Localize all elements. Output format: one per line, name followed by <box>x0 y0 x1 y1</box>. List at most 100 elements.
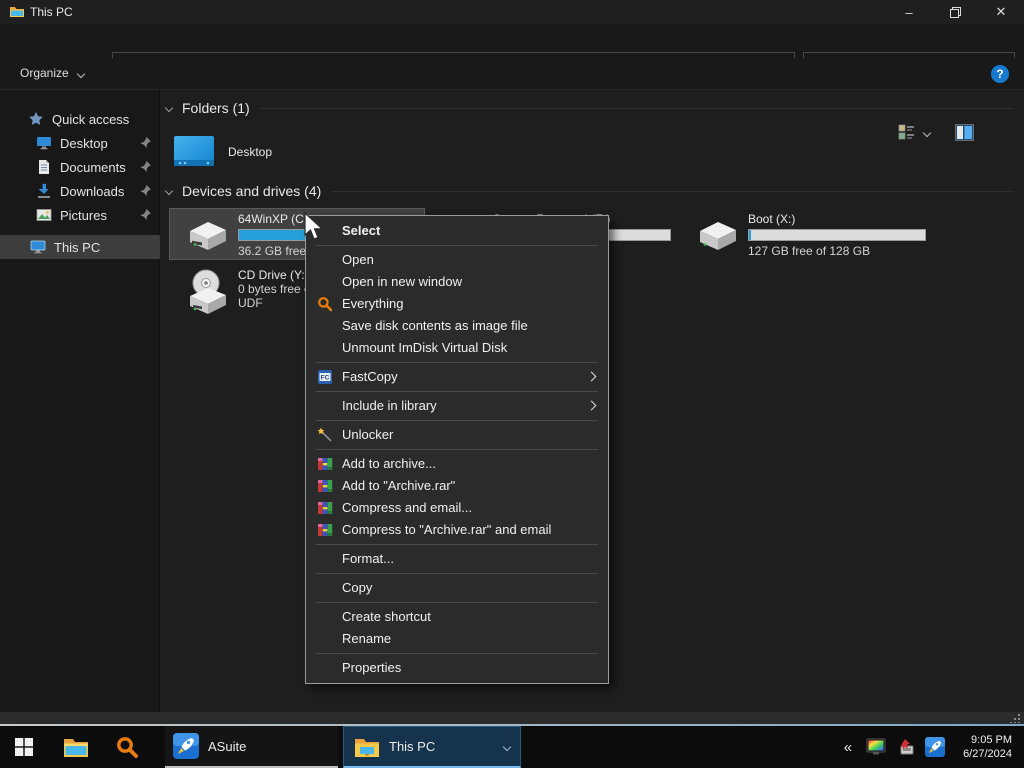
menu-separator <box>316 245 598 246</box>
menu-item-copy[interactable]: Copy <box>306 577 608 599</box>
sidebar-item-quick-access[interactable]: Quick access <box>0 107 160 131</box>
folders-group-label: Folders (1) <box>182 100 250 116</box>
explorer-app-icon <box>9 4 25 20</box>
menu-separator <box>316 544 598 545</box>
unlocker-wand-icon <box>317 427 333 443</box>
context-menu: Select Open Open in new window Everythin… <box>305 215 609 684</box>
menu-item-format[interactable]: Format... <box>306 548 608 570</box>
folder-tile-desktop[interactable]: Desktop <box>170 126 420 178</box>
windows-logo-icon <box>15 738 33 756</box>
file-explorer-icon <box>63 736 89 758</box>
collapse-chevron-icon[interactable] <box>165 104 173 112</box>
organize-button[interactable]: Organize <box>20 66 84 80</box>
menu-item-add-to-archive[interactable]: Add to archive... <box>306 453 608 475</box>
menu-item-unmount-imdisk[interactable]: Unmount ImDisk Virtual Disk <box>306 337 608 359</box>
menu-item-properties[interactable]: Properties <box>306 657 608 679</box>
winrar-icon <box>317 522 333 538</box>
menu-separator <box>316 391 598 392</box>
cd-drive-icon <box>182 266 232 318</box>
sidebar-item-label: Downloads <box>60 184 124 199</box>
maximize-button[interactable] <box>932 0 978 24</box>
close-icon: ✕ <box>996 4 1007 20</box>
help-icon: ? <box>996 67 1003 81</box>
sidebar-item-desktop[interactable]: Desktop <box>0 131 160 155</box>
tray-display-color-icon[interactable] <box>866 738 886 756</box>
system-tray: « 9:05 PM 6/27/2024 <box>844 726 1024 768</box>
title-bar: This PC – ✕ <box>0 0 1024 24</box>
menu-item-rename[interactable]: Rename <box>306 628 608 650</box>
change-view-button[interactable] <box>898 124 915 141</box>
menu-item-open[interactable]: Open <box>306 249 608 271</box>
menu-item-fastcopy[interactable]: FC FastCopy <box>306 366 608 388</box>
taskbar-everything-button[interactable] <box>105 726 149 768</box>
navigation-pane: Quick access Desktop Documents <box>0 90 160 712</box>
collapse-chevron-icon[interactable] <box>165 187 173 195</box>
menu-item-add-to-archive-rar[interactable]: Add to "Archive.rar" <box>306 475 608 497</box>
submenu-arrow-icon <box>587 401 597 411</box>
clock-date: 6/27/2024 <box>963 747 1012 761</box>
devices-group-header[interactable]: Devices and drives (4) <box>166 183 1014 199</box>
everything-icon <box>317 296 333 312</box>
folder-name: Desktop <box>228 145 272 159</box>
taskbar-asuite-button[interactable]: ASuite <box>165 726 338 768</box>
menu-item-everything[interactable]: Everything <box>306 293 608 315</box>
tray-asuite-icon[interactable] <box>925 737 945 757</box>
menu-item-create-shortcut[interactable]: Create shortcut <box>306 606 608 628</box>
tray-expand-button[interactable]: « <box>844 739 852 756</box>
menu-item-include-in-library[interactable]: Include in library <box>306 395 608 417</box>
sidebar-item-pictures[interactable]: Pictures <box>0 203 160 227</box>
pin-icon <box>139 208 152 221</box>
status-bar <box>0 712 1024 724</box>
fastcopy-icon: FC <box>317 369 333 385</box>
mouse-cursor <box>303 212 325 242</box>
winrar-icon <box>317 456 333 472</box>
taskbar-asuite-label: ASuite <box>208 739 246 754</box>
minimize-button[interactable]: – <box>886 0 932 24</box>
winrar-icon <box>317 500 333 516</box>
taskbar-this-pc-label: This PC <box>389 739 435 754</box>
taskbar-clock[interactable]: 9:05 PM 6/27/2024 <box>963 733 1012 761</box>
menu-item-unlocker[interactable]: Unlocker <box>306 424 608 446</box>
winrar-icon <box>317 478 333 494</box>
view-dropdown-icon[interactable] <box>923 129 931 137</box>
tray-imdisk-icon[interactable] <box>896 738 915 756</box>
preview-pane-button[interactable] <box>955 124 974 141</box>
sidebar-item-this-pc[interactable]: This PC <box>0 235 160 259</box>
navigation-bar: ← → ↑ This PC ↻ <box>0 24 1024 58</box>
menu-item-select[interactable]: Select <box>306 220 608 242</box>
drive-name: Boot (X:) <box>748 212 926 226</box>
close-button[interactable]: ✕ <box>978 0 1024 24</box>
resize-grip[interactable] <box>1009 714 1021 723</box>
hdd-icon <box>692 217 740 255</box>
menu-item-save-disk-image[interactable]: Save disk contents as image file <box>306 315 608 337</box>
folders-group-header[interactable]: Folders (1) <box>166 100 1014 116</box>
minimize-icon: – <box>905 5 912 20</box>
menu-item-compress-and-email[interactable]: Compress and email... <box>306 497 608 519</box>
document-icon <box>36 159 52 175</box>
taskbar: ASuite This PC « <box>0 726 1024 768</box>
group-header-rule <box>260 108 1014 109</box>
sidebar-item-downloads[interactable]: Downloads <box>0 179 160 203</box>
this-pc-dropdown-icon[interactable] <box>503 743 511 751</box>
sidebar-item-label: Desktop <box>60 136 108 151</box>
help-button[interactable]: ? <box>991 65 1009 83</box>
sidebar-item-label: Quick access <box>52 112 129 127</box>
restore-icon <box>950 7 961 18</box>
menu-separator <box>316 362 598 363</box>
this-pc-folder-icon <box>354 736 380 758</box>
group-header-rule <box>331 191 1014 192</box>
devices-group-label: Devices and drives (4) <box>182 183 321 199</box>
capacity-bar <box>748 229 926 241</box>
start-button[interactable] <box>0 726 48 768</box>
menu-separator <box>316 653 598 654</box>
pin-icon <box>139 136 152 149</box>
taskbar-file-explorer-button[interactable] <box>55 726 97 768</box>
drive-tile-x[interactable]: Boot (X:) 127 GB free of 128 GB <box>680 209 934 259</box>
menu-item-compress-to-archive-and-email[interactable]: Compress to "Archive.rar" and email <box>306 519 608 541</box>
sidebar-item-label: Documents <box>60 160 126 175</box>
sidebar-item-label: Pictures <box>60 208 107 223</box>
taskbar-this-pc-button[interactable]: This PC <box>343 726 521 768</box>
menu-item-open-new-window[interactable]: Open in new window <box>306 271 608 293</box>
sidebar-item-documents[interactable]: Documents <box>0 155 160 179</box>
svg-text:FC: FC <box>321 375 330 382</box>
